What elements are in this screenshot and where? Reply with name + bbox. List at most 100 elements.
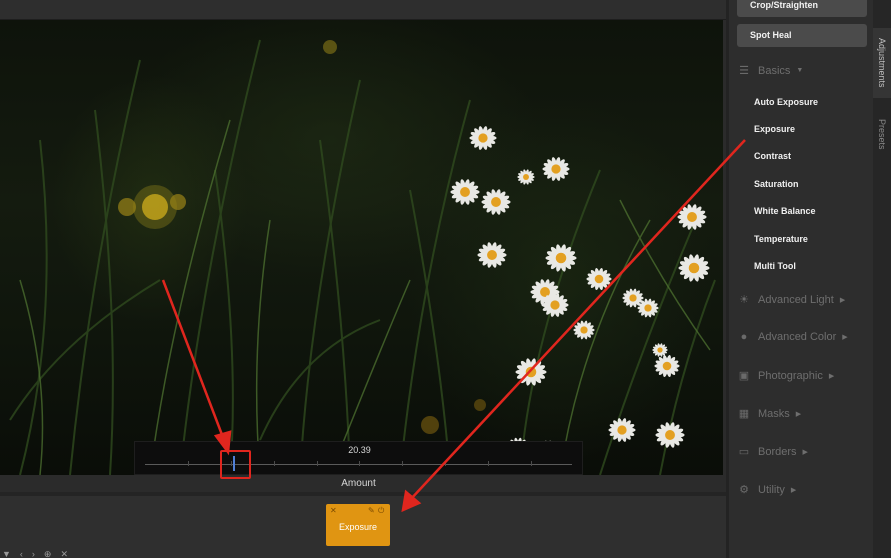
sun-icon: ☀ — [739, 294, 749, 306]
daisy-flower — [477, 242, 507, 268]
section-label: Basics — [758, 64, 791, 77]
mask-icon: ▦ — [738, 408, 750, 420]
section-borders[interactable]: ▭ Borders ▶ — [737, 445, 808, 459]
daisy-flower — [545, 244, 577, 272]
power-icon[interactable]: ⏻ — [378, 506, 384, 516]
daisy-center — [478, 133, 488, 143]
section-label: Masks — [758, 407, 790, 420]
daisy-center — [491, 197, 501, 207]
daisy-center — [460, 187, 470, 197]
slider-tick — [274, 461, 275, 466]
crop-straighten-button[interactable]: Crop/Straighten — [737, 0, 867, 17]
daisy-flower — [678, 254, 710, 282]
redo-icon[interactable]: › — [32, 549, 35, 558]
chevron-right-icon: ▶ — [795, 410, 802, 418]
section-label: Utility — [758, 483, 785, 496]
daisy-center — [662, 361, 672, 371]
section-advanced-color[interactable]: ● Advanced Color ▶ — [737, 331, 848, 343]
camera-icon: ▣ — [738, 370, 750, 382]
daisy-flower — [517, 169, 535, 185]
photo-canvas[interactable] — [0, 20, 723, 475]
tile-label: Exposure — [338, 522, 378, 532]
color-drop-icon: ● — [740, 331, 748, 343]
slider-value-readout: 20.39 — [348, 445, 371, 455]
basics-item-multi-tool[interactable]: Multi Tool — [754, 261, 796, 271]
section-utility[interactable]: ⚙ Utility ▶ — [737, 483, 796, 497]
daisy-center — [657, 347, 663, 353]
tab-presets[interactable]: Presets — [873, 108, 891, 160]
globe-icon[interactable]: ⊕ — [44, 549, 52, 558]
photo-image — [9, 39, 716, 475]
daisy-flower — [652, 343, 668, 357]
section-label: Advanced Color — [758, 331, 837, 343]
daisy-flower — [573, 320, 595, 340]
adjustments-panel: Crop/Straighten Spot Heal ☰ Basics ▼ Aut… — [726, 0, 873, 558]
app-window: 20.39 Amount ✕ ✎ ⏻ Exposure ▼ ‹ › ⊕ ✕ Cr… — [0, 0, 891, 558]
daisy-center — [580, 326, 588, 334]
section-label: Borders — [758, 445, 797, 458]
side-tab-strip: Adjustments Presets — [873, 0, 891, 558]
chevron-right-icon: ▶ — [802, 448, 808, 456]
slider-label: Amount — [341, 478, 376, 489]
chevron-right-icon: ▶ — [842, 334, 848, 341]
undo-icon[interactable]: ‹ — [20, 549, 23, 558]
daisy-center — [687, 212, 697, 222]
daisy-center — [629, 294, 637, 302]
basics-item-white-balance[interactable]: White Balance — [754, 206, 816, 216]
daisy-center — [594, 274, 604, 284]
daisy-center — [551, 164, 561, 174]
slider-tick — [531, 461, 532, 466]
section-photographic[interactable]: ▣ Photographic ▶ — [737, 369, 835, 383]
daisy-center — [540, 287, 550, 297]
spot-heal-button[interactable]: Spot Heal — [737, 24, 867, 47]
daisy-center — [665, 430, 675, 440]
section-masks[interactable]: ▦ Masks ▶ — [737, 407, 802, 421]
basics-item-temperature[interactable]: Temperature — [754, 234, 808, 244]
section-advanced-light[interactable]: ☀ Advanced Light ▶ — [737, 293, 846, 307]
slider-tick — [402, 461, 403, 466]
daisy-center — [617, 425, 627, 435]
chevron-right-icon: ▶ — [828, 372, 835, 380]
daisy-flower — [542, 157, 570, 181]
basics-item-saturation[interactable]: Saturation — [754, 179, 799, 189]
daisy-center — [525, 366, 537, 378]
daisy-center — [555, 252, 567, 264]
daisy-flower — [586, 267, 612, 291]
basics-item-contrast[interactable]: Contrast — [754, 151, 791, 161]
daisy-center — [523, 174, 529, 180]
slider-tick — [317, 461, 318, 466]
utility-icon: ⚙ — [739, 484, 749, 496]
red-highlight-box — [220, 450, 251, 479]
daisy-flower — [515, 358, 547, 386]
close-icon[interactable]: ✕ — [60, 549, 68, 558]
daisy-center — [550, 300, 560, 310]
amount-slider[interactable]: 20.39 — [134, 441, 583, 479]
pin-icon[interactable]: ✎ — [368, 506, 375, 515]
chevron-down-icon: ▼ — [796, 67, 804, 74]
close-icon[interactable]: ✕ — [330, 506, 337, 515]
slider-tick — [188, 461, 189, 466]
basics-item-auto-exposure[interactable]: Auto Exposure — [754, 97, 818, 107]
daisy-center — [688, 262, 700, 274]
basics-item-exposure[interactable]: Exposure — [754, 124, 795, 134]
slider-tick — [359, 461, 360, 466]
exposure-adjustment-tile[interactable]: ✕ ✎ ⏻ Exposure — [326, 504, 390, 546]
daisy-flower — [469, 126, 497, 150]
border-icon: ▭ — [738, 446, 750, 458]
section-label: Photographic — [758, 369, 823, 382]
daisy-flower — [654, 354, 680, 378]
slider-tick — [445, 461, 446, 466]
sliders-icon: ☰ — [739, 65, 749, 77]
section-basics[interactable]: ☰ Basics ▼ — [737, 64, 804, 78]
daisy-flower — [450, 179, 480, 205]
slider-tick — [488, 461, 489, 466]
top-toolbar-strip — [0, 0, 726, 20]
tab-adjustments[interactable]: Adjustments — [873, 28, 891, 98]
daisy-center — [644, 304, 652, 312]
chevron-right-icon: ▶ — [839, 296, 846, 304]
daisy-flower — [481, 189, 511, 215]
triangle-icon[interactable]: ▼ — [2, 549, 11, 558]
daisy-center — [487, 250, 497, 260]
section-label: Advanced Light — [758, 293, 834, 306]
bottom-tools: ▼ ‹ › ⊕ ✕ — [0, 549, 68, 558]
